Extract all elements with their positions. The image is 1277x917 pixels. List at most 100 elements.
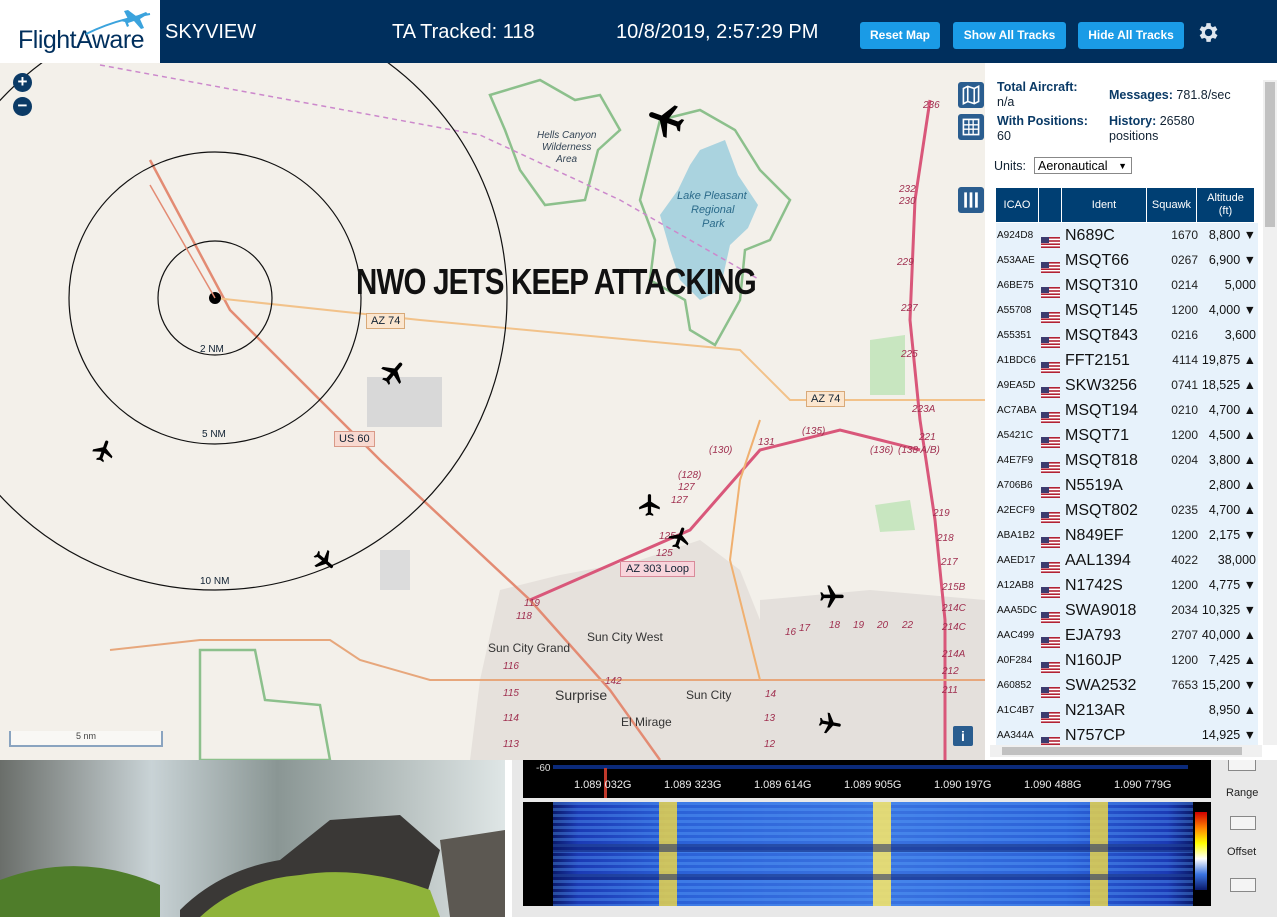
place-hells-canyon: Hells Canyon <box>537 130 597 141</box>
table-row[interactable]: AC7ABA MSQT194 0210 4,700 ▲ <box>996 398 1258 424</box>
ident-cell: N5519A <box>1065 477 1123 494</box>
table-row[interactable]: A5421C MSQT71 1200 4,500 ▲ <box>996 423 1258 449</box>
park-green-2 <box>875 500 915 532</box>
table-row[interactable]: A55708 MSQT145 1200 4,000 ▼ <box>996 298 1258 324</box>
table-row[interactable]: AAC499 EJA793 2707 40,000 ▲ <box>996 623 1258 649</box>
table-row[interactable]: A0F284 N160JP 1200 7,425 ▲ <box>996 648 1258 674</box>
us-flag-icon <box>1041 256 1060 273</box>
columns-button[interactable] <box>958 187 984 213</box>
table-row[interactable]: A12AB8 N1742S 1200 4,775 ▼ <box>996 573 1258 599</box>
altitude-cell: 8,950 ▲ <box>1208 703 1256 717</box>
us-flag-icon <box>1041 481 1060 498</box>
route-num: 19 <box>853 620 865 631</box>
place-lake-pleasant: Lake Pleasant <box>677 190 747 202</box>
route-num: 18 <box>829 620 841 631</box>
park-green-3 <box>198 648 332 760</box>
route-num: 221 <box>919 432 936 443</box>
grid-button[interactable] <box>958 114 984 140</box>
table-row[interactable]: A924D8 N689C 1670 8,800 ▼ <box>996 223 1258 249</box>
table-row[interactable]: ABA1B2 N849EF 1200 2,175 ▼ <box>996 523 1258 549</box>
icao-cell: A706B6 <box>997 480 1033 491</box>
show-all-tracks-button[interactable]: Show All Tracks <box>953 22 1066 49</box>
col-header-altitude[interactable]: Altitude (ft) <box>1197 188 1254 222</box>
table-row[interactable]: A60852 SWA2532 7653 15,200 ▼ <box>996 673 1258 699</box>
reset-map-button[interactable]: Reset Map <box>860 22 940 49</box>
route-num: 236 <box>923 100 940 111</box>
scrollbar-thumb[interactable] <box>1265 82 1275 227</box>
table-row[interactable]: A9EA5D SKW3256 0741 18,525 ▲ <box>996 373 1258 399</box>
squawk-cell: 0210 <box>1171 403 1198 417</box>
icao-cell: AAA5DC <box>997 605 1038 616</box>
us-flag-icon <box>1041 281 1060 298</box>
icao-cell: AAC499 <box>997 630 1035 641</box>
map-view[interactable]: 2 NM 5 NM 10 NM Hells Canyon Wilderness … <box>0 63 985 760</box>
route-num: 219 <box>933 508 950 519</box>
grid-icon <box>962 118 980 136</box>
db-label: -60 <box>536 763 551 774</box>
aircraft-icon[interactable] <box>818 583 846 611</box>
altitude-cell: 18,525 ▲ <box>1201 378 1256 392</box>
route-num: 22 <box>902 620 914 631</box>
col-header-squawk[interactable]: Squawk <box>1147 188 1196 222</box>
offset-slider-bottom[interactable] <box>1230 878 1256 892</box>
table-row[interactable]: AAA5DC SWA9018 2034 10,325 ▼ <box>996 598 1258 624</box>
scale-bar: 5 nm <box>9 731 163 747</box>
ident-cell: FFT2151 <box>1065 352 1130 369</box>
col-header-icao[interactable]: ICAO <box>996 188 1038 222</box>
us-flag-icon <box>1041 631 1060 648</box>
table-row[interactable]: A4E7F9 MSQT818 0204 3,800 ▲ <box>996 448 1258 474</box>
units-select[interactable]: Aeronautical ▼ <box>1034 157 1132 174</box>
aircraft-icon[interactable] <box>815 709 845 739</box>
aircraft-icon[interactable] <box>637 491 663 519</box>
col-header-flag[interactable] <box>1039 188 1061 222</box>
range-slider[interactable] <box>1228 760 1256 771</box>
icao-cell: A924D8 <box>997 230 1034 241</box>
route-num: 119 <box>524 598 540 609</box>
waterfall-photo <box>0 760 505 917</box>
route-num: (136) <box>870 445 894 456</box>
urban-block-2 <box>380 550 410 590</box>
table-row[interactable]: A55351 MSQT843 0216 3,600 <box>996 323 1258 349</box>
color-scale-legend <box>1195 812 1207 890</box>
ident-cell: MSQT71 <box>1065 427 1130 444</box>
place-sun-city-grand: Sun City Grand <box>488 641 571 655</box>
table-row[interactable]: A2ECF9 MSQT802 0235 4,700 ▲ <box>996 498 1258 524</box>
us-flag-icon <box>1041 656 1060 673</box>
gear-icon[interactable] <box>1195 20 1220 45</box>
table-row[interactable]: A53AAE MSQT66 0267 6,900 ▼ <box>996 248 1258 274</box>
route-num: 223A <box>912 404 936 415</box>
route-num: 12 <box>764 739 776 750</box>
altitude-cell: 4,700 ▲ <box>1208 503 1256 517</box>
ident-cell: N689C <box>1065 227 1115 244</box>
table-scrollbar[interactable] <box>1263 80 1277 745</box>
info-button[interactable]: i <box>953 726 973 746</box>
route-num: 16 <box>785 627 797 638</box>
route-num: 227 <box>901 303 918 314</box>
us-flag-icon <box>1041 681 1060 698</box>
us-flag-icon <box>1041 731 1060 748</box>
hide-all-tracks-button[interactable]: Hide All Tracks <box>1078 22 1184 49</box>
us-flag-icon <box>1041 331 1060 348</box>
offset-slider-top[interactable] <box>1230 816 1256 830</box>
us-flag-icon <box>1041 456 1060 473</box>
ident-cell: MSQT310 <box>1065 277 1138 294</box>
zoom-out-button[interactable]: − <box>13 97 32 116</box>
units-select-value: Aeronautical <box>1038 159 1108 173</box>
horizontal-scrollbar[interactable] <box>990 745 1262 757</box>
shield-az74-east: AZ 74 <box>806 391 846 407</box>
map-layers-button[interactable] <box>958 82 984 108</box>
table-row[interactable]: A1C4B7 N213AR 8,950 ▲ <box>996 698 1258 724</box>
squawk-cell: 0204 <box>1171 453 1198 467</box>
route-num: (135) <box>802 426 826 437</box>
table-row[interactable]: A6BE75 MSQT310 0214 5,000 <box>996 273 1258 299</box>
horizontal-scrollbar-thumb[interactable] <box>1002 747 1242 755</box>
col-header-ident[interactable]: Ident <box>1062 188 1146 222</box>
ring-label-10nm: 10 NM <box>200 576 230 587</box>
route-num: (138 A/B) <box>898 445 940 456</box>
flightaware-logo[interactable]: FlightAware <box>0 0 160 63</box>
table-row[interactable]: A1BDC6 FFT2151 4114 19,875 ▲ <box>996 348 1258 374</box>
route-num: 118 <box>516 611 532 622</box>
table-row[interactable]: A706B6 N5519A 2,800 ▲ <box>996 473 1258 499</box>
table-row[interactable]: AAED17 AAL1394 4022 38,000 <box>996 548 1258 574</box>
zoom-in-button[interactable]: + <box>13 73 32 92</box>
